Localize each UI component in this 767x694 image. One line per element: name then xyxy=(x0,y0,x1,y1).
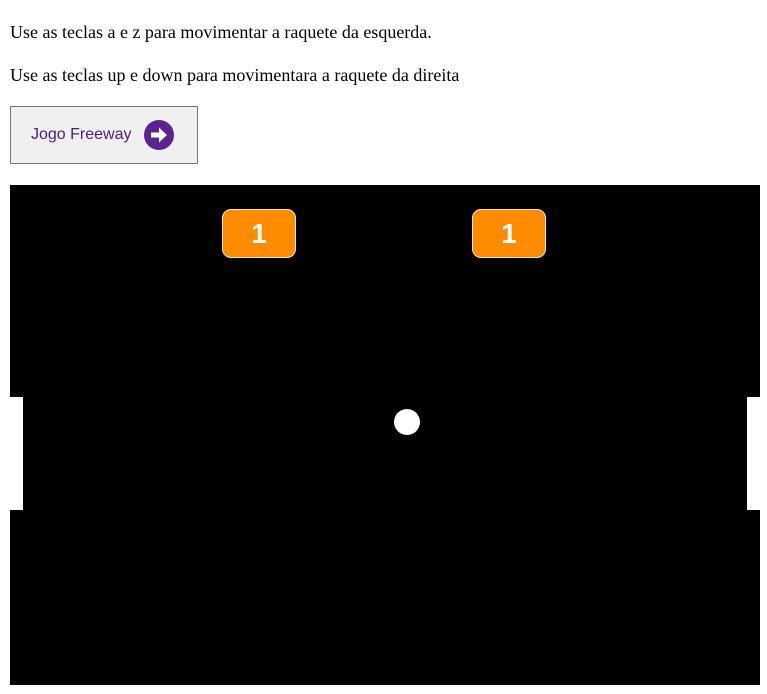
right-paddle-instructions: Use as teclas up e down para movimentara… xyxy=(10,65,460,85)
right-paddle xyxy=(747,397,760,510)
ball xyxy=(394,409,420,435)
left-paddle xyxy=(10,397,23,510)
freeway-game-button[interactable]: Jogo Freeway xyxy=(10,106,198,164)
left-paddle-instructions: Use as teclas a e z para movimentar a ra… xyxy=(10,22,432,42)
right-player-score: 1 xyxy=(472,209,546,258)
arrow-right-circle-icon xyxy=(143,120,174,150)
freeway-button-label: Jogo Freeway xyxy=(31,126,132,143)
left-player-score: 1 xyxy=(222,209,296,258)
pong-game-canvas[interactable]: 1 1 xyxy=(10,185,760,685)
